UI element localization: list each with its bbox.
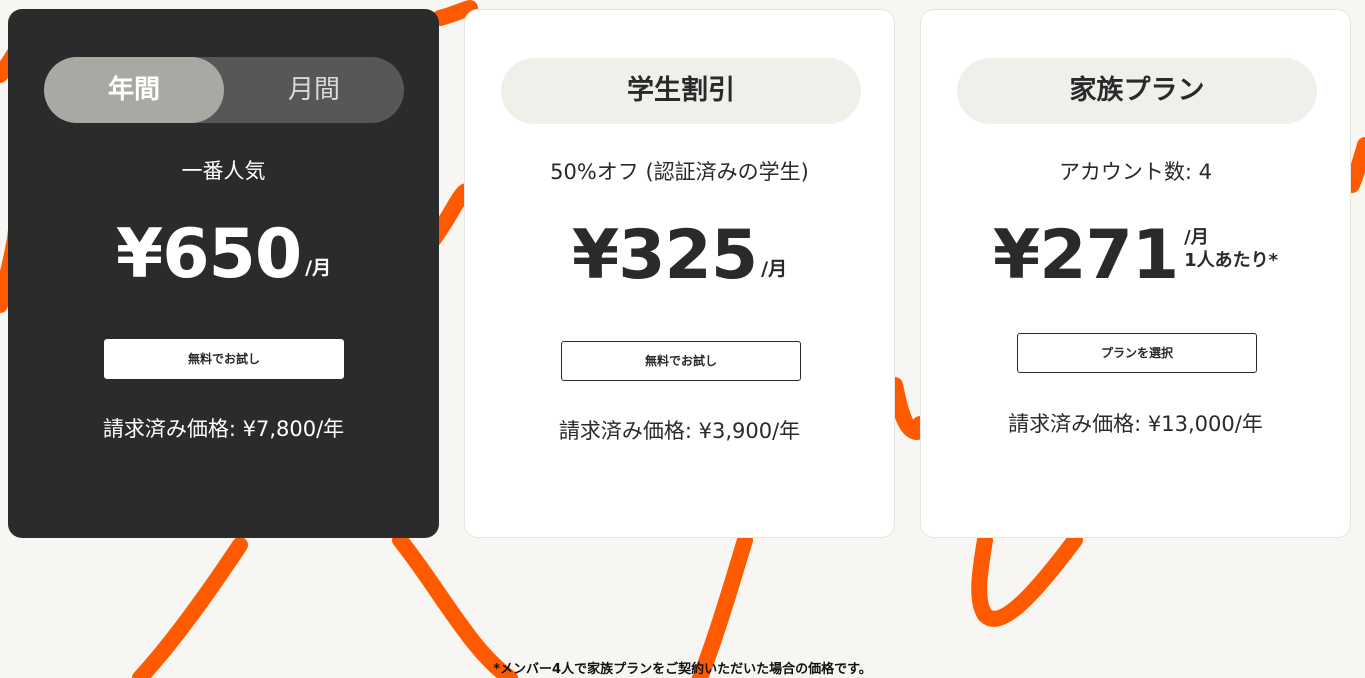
per-person-label: 1人あたり* [1184,250,1279,271]
annual-plan-card: 年間 月間 一番人気 ¥650/月 無料でお試し 請求済み価格: ¥7,800/… [8,9,439,538]
plan-name-pill: 学生割引 [501,58,861,124]
family-plan-card: 家族プラン アカウント数: 4 ¥271/月 1人あたり* プランを選択 請求済み… [920,9,1351,538]
price-amount: ¥650 [115,215,302,294]
select-plan-button[interactable]: プランを選択 [1017,333,1257,373]
price-period: /月 [761,257,788,280]
billed-price: 請求済み価格: ¥13,000/年 [1008,412,1263,436]
price-block: ¥271/月 1人あたり* [921,216,1350,296]
price-period: /月 [1184,227,1209,248]
price-amount: ¥271 [992,216,1179,295]
billed-price: 請求済み価格: ¥7,800/年 [102,417,345,441]
free-trial-button[interactable]: 無料でお試し [104,339,344,379]
billed-price: 請求済み価格: ¥3,900/年 [558,419,801,443]
price-block: ¥325/月 [465,216,894,296]
student-plan-card: 学生割引 50%オフ (認証済みの学生) ¥325/月 無料でお試し 請求済み価… [464,9,895,538]
toggle-monthly-button[interactable]: 月間 [224,57,404,123]
plan-name-pill: 家族プラン [957,58,1317,124]
pricing-footnote: *メンバー4人で家族プランをご契約いただいた場合の価格です。 [493,662,872,677]
toggle-annual-button[interactable]: 年間 [44,57,224,123]
billing-period-toggle: 年間 月間 [44,57,404,123]
price-period: /月 [305,256,332,279]
price-amount: ¥325 [571,216,758,295]
plan-subtitle: アカウント数: 4 [1058,160,1213,184]
price-block: ¥650/月 [8,215,439,295]
price-suffix: /月 1人あたり* [1184,226,1278,272]
plan-subtitle: 一番人気 [181,159,266,183]
plan-subtitle: 50%オフ (認証済みの学生) [550,160,809,184]
free-trial-button[interactable]: 無料でお試し [561,341,801,381]
